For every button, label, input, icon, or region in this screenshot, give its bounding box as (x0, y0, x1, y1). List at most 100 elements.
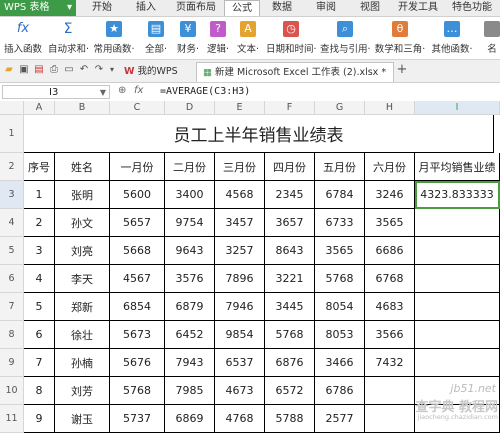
table-cell[interactable]: 5737 (110, 405, 165, 433)
table-cell[interactable]: 6 (24, 321, 55, 349)
save-icon[interactable]: ▣ (18, 64, 30, 76)
pdf-icon[interactable]: ▤ (33, 64, 45, 76)
header-cell[interactable]: 姓名 (55, 153, 110, 181)
financial-button[interactable]: ¥ 财务· (174, 19, 202, 57)
menu-developer[interactable]: 开发工具 (396, 0, 440, 16)
menu-home[interactable]: 开始 (88, 0, 116, 16)
column-header-h[interactable]: H (365, 101, 415, 115)
column-header-b[interactable]: B (55, 101, 110, 115)
table-cell[interactable]: 5673 (110, 321, 165, 349)
zoom-icon[interactable]: ⊕ (118, 85, 126, 96)
header-cell[interactable]: 月平均销售业绩 (415, 153, 500, 181)
table-cell[interactable]: 4567 (110, 265, 165, 293)
table-cell[interactable] (415, 293, 500, 321)
column-header-e[interactable]: E (215, 101, 265, 115)
table-cell[interactable] (415, 237, 500, 265)
menu-page-layout[interactable]: 页面布局 (172, 0, 220, 16)
table-cell[interactable]: 5788 (265, 405, 315, 433)
menu-review[interactable]: 审阅 (312, 0, 340, 16)
table-cell[interactable]: 7896 (215, 265, 265, 293)
date-time-button[interactable]: ◷ 日期和时间· (266, 19, 317, 57)
row-header-9[interactable]: 9 (0, 349, 24, 377)
table-cell[interactable]: 刘亮 (55, 237, 110, 265)
wps-app-button[interactable]: WPS 表格 ▾ (0, 0, 76, 16)
other-functions-button[interactable]: … 其他函数· (430, 19, 474, 57)
table-cell[interactable]: 4 (24, 265, 55, 293)
table-cell[interactable]: 2345 (265, 181, 315, 209)
logical-button[interactable]: ? 逻辑· (204, 19, 232, 57)
table-cell[interactable]: 2577 (315, 405, 365, 433)
table-cell[interactable]: 刘芳 (55, 377, 110, 405)
table-cell[interactable]: 3565 (315, 237, 365, 265)
table-cell[interactable]: 7985 (165, 377, 215, 405)
print-icon[interactable]: ⎙ (48, 64, 60, 76)
table-cell[interactable]: 5668 (110, 237, 165, 265)
table-cell[interactable] (415, 349, 500, 377)
column-header-c[interactable]: C (110, 101, 165, 115)
menu-data[interactable]: 数据 (268, 0, 296, 16)
open-folder-icon[interactable]: ▰ (3, 64, 15, 76)
table-cell[interactable]: 6768 (365, 265, 415, 293)
table-cell[interactable]: 3400 (165, 181, 215, 209)
table-cell[interactable]: 7 (24, 349, 55, 377)
table-cell[interactable] (415, 377, 500, 405)
table-cell[interactable]: 徐壮 (55, 321, 110, 349)
row-header-3[interactable]: 3 (0, 181, 24, 209)
table-cell[interactable] (365, 377, 415, 405)
table-cell[interactable]: 孙文 (55, 209, 110, 237)
table-cell[interactable]: 3657 (265, 209, 315, 237)
table-cell[interactable]: 孙楠 (55, 349, 110, 377)
header-cell[interactable]: 三月份 (215, 153, 265, 181)
table-cell[interactable]: 6733 (315, 209, 365, 237)
row-header-2[interactable]: 2 (0, 153, 24, 181)
table-cell[interactable]: 6537 (215, 349, 265, 377)
table-cell[interactable]: 6452 (165, 321, 215, 349)
table-cell[interactable]: 6572 (265, 377, 315, 405)
table-cell[interactable]: 7946 (215, 293, 265, 321)
table-cell[interactable]: 5768 (315, 265, 365, 293)
table-cell[interactable]: 6786 (315, 377, 365, 405)
table-cell[interactable]: 7432 (365, 349, 415, 377)
menu-insert[interactable]: 插入 (132, 0, 160, 16)
all-functions-button[interactable]: ▤ 全部· (142, 19, 170, 57)
table-cell[interactable]: 6869 (165, 405, 215, 433)
text-button[interactable]: A 文本· (234, 19, 262, 57)
math-trig-button[interactable]: θ 数学和三角· (374, 19, 426, 57)
table-cell[interactable]: 6879 (165, 293, 215, 321)
row-header-6[interactable]: 6 (0, 265, 24, 293)
table-cell[interactable]: 5768 (110, 377, 165, 405)
header-cell[interactable]: 序号 (24, 153, 55, 181)
table-cell[interactable]: 5676 (110, 349, 165, 377)
table-cell[interactable]: 3 (24, 237, 55, 265)
insert-function-button[interactable]: fx 插入函数 (2, 19, 44, 57)
table-cell[interactable]: 6686 (365, 237, 415, 265)
name-box-dropdown-icon[interactable]: ▼ (100, 86, 106, 100)
row-header-7[interactable]: 7 (0, 293, 24, 321)
column-header-d[interactable]: D (165, 101, 215, 115)
fx-button-icon[interactable]: fx (134, 85, 143, 96)
header-cell[interactable]: 一月份 (110, 153, 165, 181)
table-cell[interactable]: 3221 (265, 265, 315, 293)
tab-workbook[interactable]: ▦ 新建 Microsoft Excel 工作表 (2).xlsx * (196, 62, 394, 82)
table-cell[interactable]: 3457 (215, 209, 265, 237)
column-header-i[interactable]: I (415, 101, 500, 115)
table-cell[interactable]: 3445 (265, 293, 315, 321)
redo-icon[interactable]: ↷ (93, 64, 105, 76)
menu-view[interactable]: 视图 (356, 0, 384, 16)
table-cell[interactable]: 9854 (215, 321, 265, 349)
table-cell[interactable]: 李天 (55, 265, 110, 293)
table-cell[interactable]: 4323.833333 (415, 181, 500, 209)
table-cell[interactable]: 6876 (265, 349, 315, 377)
table-cell[interactable]: 9 (24, 405, 55, 433)
autosum-button[interactable]: Σ 自动求和· (48, 19, 89, 57)
header-cell[interactable]: 六月份 (365, 153, 415, 181)
table-cell[interactable]: 3576 (165, 265, 215, 293)
table-title[interactable]: 员工上半年销售业绩表 (24, 115, 494, 153)
table-cell[interactable]: 8054 (315, 293, 365, 321)
table-cell[interactable]: 6784 (315, 181, 365, 209)
table-cell[interactable] (415, 321, 500, 349)
table-cell[interactable] (415, 405, 500, 433)
quick-access-dropdown-icon[interactable]: ▾ (106, 64, 118, 76)
table-cell[interactable]: 张明 (55, 181, 110, 209)
row-header-5[interactable]: 5 (0, 237, 24, 265)
